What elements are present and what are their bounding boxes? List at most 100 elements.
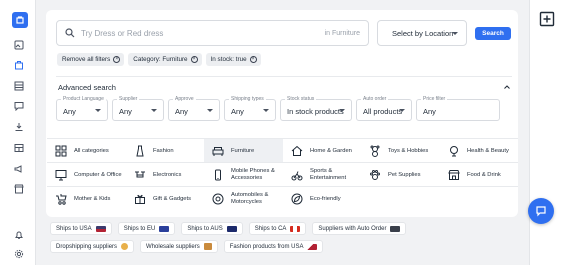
advanced-search-toggle[interactable]: Advanced search [56,76,512,98]
ships-to-ca-tag[interactable]: Ships to CA [248,222,307,235]
filter-label: Auto order [361,96,389,102]
add-panel-icon[interactable] [539,11,555,27]
image-icon[interactable] [12,38,26,52]
in-stock-filter-chip[interactable]: In stock: true × [205,53,261,66]
category-label: Electronics [153,171,182,178]
person-icon [121,243,129,250]
store-icon[interactable] [12,182,26,196]
category-mobile-phones[interactable]: Mobile Phones & Accessories [204,163,283,187]
ships-to-eu-tag[interactable]: Ships to EU [117,222,176,235]
tag-row: Dropshipping suppliers Wholesale supplie… [50,240,510,253]
phone-icon [211,168,225,182]
ships-to-aus-tag[interactable]: Ships to AUS [181,222,243,235]
supplier-select[interactable]: Supplier Any [112,96,164,121]
chat-support-button[interactable] [528,198,554,224]
category-label: Eco-friendly [310,195,341,202]
tag-label: Suppliers with Auto Order [318,225,387,232]
close-icon[interactable]: × [113,56,121,63]
category-sports-entertainment[interactable]: Sports & Entertainment [283,163,362,187]
suppliers-auto-order-tag[interactable]: Suppliers with Auto Order [312,222,407,235]
chevron-down-icon [452,32,458,35]
search-icon [65,28,75,38]
stroller-icon [54,192,68,206]
approve-select[interactable]: Approve Any [168,96,220,121]
category-label: Furniture [231,147,255,154]
sofa-icon [211,144,225,158]
brand-logo-icon[interactable] [12,12,28,28]
category-toys-hobbies[interactable]: Toys & Hobbies [361,139,440,163]
category-label: Gift & Gadgets [153,195,192,202]
ships-to-usa-tag[interactable]: Ships to USA [50,222,112,235]
filter-value: All products [363,107,403,116]
category-mother-kids[interactable]: Mother & Kids [47,187,126,211]
category-filter-chip[interactable]: Category: Furniture × [128,53,202,66]
search-button[interactable]: Search [475,27,511,40]
fashion-products-usa-tag[interactable]: Fashion products from USA [223,240,324,253]
dropshipping-suppliers-tag[interactable]: Dropshipping suppliers [50,240,135,253]
bell-icon[interactable] [12,228,26,242]
storefront-icon[interactable] [12,58,26,72]
download-icon[interactable] [12,120,26,134]
chip-label: In stock: true [210,56,247,63]
settings-icon[interactable] [12,247,26,261]
storefront-food-icon [447,168,461,182]
filter-value: Any [423,107,436,116]
cyclist-icon [290,168,304,182]
location-select[interactable]: Select by Location [377,20,467,46]
canada-flag-icon [290,225,301,232]
category-automobiles[interactable]: Automobiles & Motorcycles [204,187,283,211]
australia-flag-icon [226,225,237,232]
category-gift-gadgets[interactable]: Gift & Gadgets [126,187,205,211]
category-pet-supplies[interactable]: Pet Supplies [361,163,440,187]
usa-flag-icon [95,225,106,232]
filter-label: Approve [173,96,196,102]
stock-status-select[interactable]: Stock status In stock products [280,96,352,121]
category-all[interactable]: All categories [47,139,126,163]
chat-bubble-icon [536,206,546,217]
category-label: Home & Garden [310,147,352,154]
category-furniture[interactable]: Furniture [204,139,283,163]
filter-value: Any [119,107,132,116]
search-field[interactable]: in Furniture [56,20,369,46]
auto-order-select[interactable]: Auto order All products [356,96,412,121]
category-home-garden[interactable]: Home & Garden [283,139,362,163]
close-icon[interactable]: × [190,56,198,63]
filter-label: Product Language [61,96,106,102]
category-eco-friendly[interactable]: Eco-friendly [283,187,362,211]
category-label: Toys & Hobbies [388,147,429,154]
table-icon[interactable] [12,141,26,155]
wholesale-suppliers-tag[interactable]: Wholesale suppliers [140,240,218,253]
close-icon[interactable]: × [249,56,257,63]
category-label: Computer & Office [74,171,122,178]
paw-icon [368,168,382,182]
chevron-down-icon [399,109,405,112]
tag-label: Ships to EU [123,225,156,232]
filter-value: Any [63,107,76,116]
category-fashion[interactable]: Fashion [126,139,205,163]
price-filter-input[interactable]: Price filter Any [416,96,500,121]
remove-all-filters-chip[interactable]: Remove all filters × [57,53,125,66]
box-icon [203,243,212,250]
tag-row: Ships to USA Ships to EU Ships to AUS Sh… [50,222,510,235]
tag-label: Dropshipping suppliers [56,243,118,250]
gift-icon [133,192,147,206]
keyboard-icon [390,225,401,232]
chat-icon[interactable] [12,99,26,113]
location-select-label: Select by Location [392,28,454,38]
shipping-types-select[interactable]: Shipping types Any [224,96,276,121]
chevron-down-icon [151,109,157,112]
list-icon[interactable] [12,79,26,93]
category-health-beauty[interactable]: Health & Beauty [440,139,519,163]
chevron-up-icon[interactable] [504,84,510,90]
tag-label: Ships to AUS [187,225,223,232]
search-input[interactable] [81,28,281,38]
tag-label: Wholesale suppliers [146,243,200,250]
category-electronics[interactable]: Electronics [126,163,205,187]
tag-label: Ships to CA [254,225,287,232]
product-language-select[interactable]: Product Language Any [56,96,108,121]
advanced-filters: Product Language Any Supplier Any Approv… [56,96,500,121]
leaf-icon [290,192,304,206]
category-food-drink[interactable]: Food & Drink [440,163,519,187]
megaphone-icon[interactable] [12,162,26,176]
category-computer-office[interactable]: Computer & Office [47,163,126,187]
